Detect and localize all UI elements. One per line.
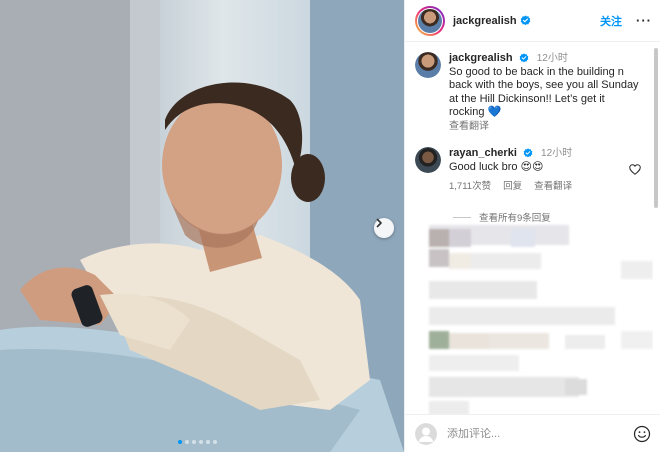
commenter-avatar[interactable]	[415, 147, 441, 173]
post-photo	[0, 0, 404, 452]
carousel-dot[interactable]	[192, 440, 196, 444]
caption-text: So good to be back in the building n bac…	[449, 65, 639, 119]
comment-item: rayan_cherki 12小时 Good luck bro 😍😍 1,711…	[405, 133, 653, 194]
comment-text: Good luck bro 😍😍	[449, 160, 544, 173]
post-header: jackgrealish 关注 ···	[405, 0, 660, 42]
verified-badge-icon	[523, 148, 533, 158]
comment-input[interactable]	[447, 427, 607, 440]
comment-timestamp: 12小时	[541, 148, 573, 159]
post-side-panel: jackgrealish 关注 ··· jackgrealish 12小时 So…	[404, 0, 660, 452]
verified-badge-icon	[519, 53, 528, 63]
carousel-dot[interactable]	[185, 440, 189, 444]
view-replies-label: 查看所有9条回复	[479, 213, 551, 224]
view-replies-button[interactable]: 查看所有9条回复	[453, 210, 551, 224]
comments-scrollbar[interactable]	[654, 48, 658, 208]
obscured-comments	[405, 223, 653, 415]
comment-username[interactable]: rayan_cherki	[449, 147, 517, 159]
caption-avatar[interactable]	[415, 52, 441, 78]
comment-composer	[405, 414, 660, 452]
caption-timestamp: 12小时	[536, 53, 568, 64]
avatar-icon	[415, 422, 437, 445]
more-options-button[interactable]: ···	[636, 13, 652, 28]
author-avatar[interactable]	[415, 5, 445, 36]
post-image	[0, 0, 404, 452]
carousel-indicator	[178, 440, 217, 444]
carousel-dot[interactable]	[213, 440, 217, 444]
emoji-icon[interactable]	[633, 425, 651, 443]
verified-badge-icon	[520, 15, 530, 26]
comments-section: jackgrealish 12小时 So good to be back in …	[405, 43, 653, 415]
carousel-dot[interactable]	[199, 440, 203, 444]
heart-icon[interactable]	[629, 164, 641, 175]
caption: jackgrealish 12小时 So good to be back in …	[405, 43, 653, 133]
current-user-avatar	[415, 422, 437, 445]
replies-divider-line	[453, 216, 471, 218]
carousel-next-button[interactable]	[374, 218, 394, 238]
caption-username[interactable]: jackgrealish	[449, 52, 513, 64]
comment-reply-button[interactable]: 回复	[503, 180, 522, 194]
carousel-dot[interactable]	[178, 440, 182, 444]
caption-translate-link[interactable]: 查看翻译	[449, 120, 643, 134]
comment-like-count[interactable]: 1,711次赞	[449, 180, 491, 194]
carousel-dot[interactable]	[206, 440, 210, 444]
follow-button[interactable]: 关注	[600, 13, 622, 29]
comment-translate-link[interactable]: 查看翻译	[534, 180, 572, 194]
chevron-right-icon	[376, 218, 382, 228]
author-username[interactable]: jackgrealish	[453, 15, 517, 27]
